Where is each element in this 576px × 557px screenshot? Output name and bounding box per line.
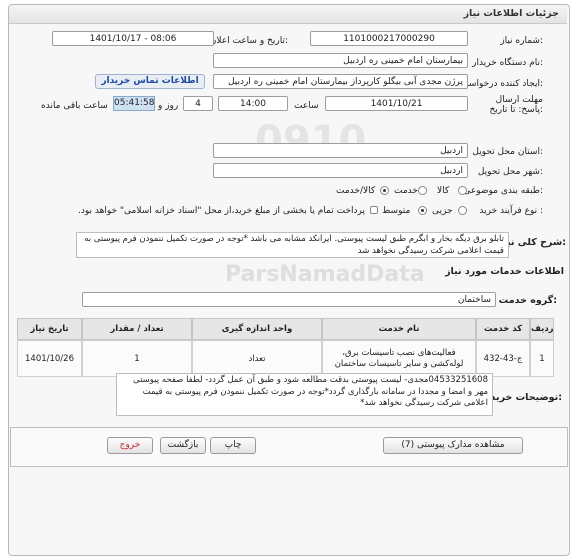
page-header: جزئیات اطلاعات نیاز bbox=[9, 5, 567, 24]
creator-label: ایجاد کننده درخواست: bbox=[460, 79, 543, 89]
buyer-contact-button[interactable]: اطلاعات تماس خریدار bbox=[95, 74, 205, 89]
category-label: طبقه بندی موضوعی: bbox=[463, 186, 543, 196]
announce-field: 1401/10/17 - 08:06 bbox=[52, 31, 214, 46]
category-radio-goods-service[interactable] bbox=[380, 186, 389, 195]
services-section-title: اطلاعات خدمات مورد نیاز bbox=[445, 266, 564, 277]
cell-date: 1401/10/26 bbox=[17, 340, 82, 377]
buyer-notes-text: 04533251608مجدی- لیست پیوستی بدقت مطالعه… bbox=[116, 373, 493, 416]
col-qty: تعداد / مقدار bbox=[82, 318, 192, 340]
category-option-goods: کالا bbox=[437, 186, 450, 196]
page-title: جزئیات اطلاعات نیاز bbox=[463, 8, 559, 19]
category-radio-service[interactable] bbox=[418, 186, 427, 195]
purchase-type-label: نوع فرآیند خرید : bbox=[479, 206, 543, 216]
need-number-label: شماره نیاز: bbox=[500, 36, 543, 46]
back-button[interactable]: بازگشت bbox=[160, 437, 206, 454]
buyer-field: بیمارستان امام خمینی ره اردبیل bbox=[213, 53, 468, 68]
print-button[interactable]: چاپ bbox=[210, 437, 256, 454]
category-radio-goods[interactable] bbox=[458, 186, 467, 195]
remaining-time: 05:41:58 bbox=[113, 96, 155, 111]
col-row: ردیف bbox=[530, 318, 554, 340]
remaining-label: ساعت باقی مانده bbox=[41, 101, 108, 111]
payment-checkbox[interactable] bbox=[370, 206, 378, 214]
category-option-service: خدمت bbox=[394, 186, 418, 196]
cell-code: ج-43-432 bbox=[476, 340, 530, 377]
city-field: اردبیل bbox=[213, 163, 468, 178]
purchase-option-medium: متوسط bbox=[382, 206, 411, 216]
need-number-field: 1101000217000290 bbox=[310, 31, 468, 46]
cell-qty: 1 bbox=[82, 340, 192, 377]
purchase-radio-medium[interactable] bbox=[418, 206, 427, 215]
buyer-notes-label: توضیحات خریدار: bbox=[481, 392, 562, 403]
col-date: تاریخ نیاز bbox=[17, 318, 82, 340]
city-label: شهر محل تحویل: bbox=[477, 167, 543, 177]
purchase-option-minor: جزیی bbox=[432, 206, 453, 216]
cell-row: 1 bbox=[530, 340, 554, 377]
watermark-site: ParsNamadData bbox=[225, 262, 425, 287]
col-name: نام خدمت bbox=[322, 318, 476, 340]
service-group-label: گروه خدمت: bbox=[498, 295, 557, 306]
cell-unit: تعداد bbox=[192, 340, 322, 377]
days-field: 4 bbox=[183, 96, 213, 111]
buyer-label: نام دستگاه خریدار: bbox=[472, 58, 543, 68]
deadline-date-field: 1401/10/21 bbox=[325, 96, 468, 111]
creator-field: پرژن مجدی آبی بیگلو کارپرداز بیمارستان ا… bbox=[213, 74, 468, 89]
payment-note: پرداخت تمام یا بخشی از مبلغ خرید،از محل … bbox=[77, 206, 365, 216]
deadline-time-field: 14:00 bbox=[218, 96, 288, 111]
category-option-goods-service: کالا/خدمت bbox=[336, 186, 376, 196]
col-code: کد خدمت bbox=[476, 318, 530, 340]
exit-button[interactable]: خروج bbox=[107, 437, 153, 454]
view-documents-button[interactable]: مشاهده مدارک پیوستی (7) bbox=[383, 437, 523, 454]
time-label: ساعت bbox=[294, 101, 319, 111]
cell-name: فعالیت‌های نصب تاسیسات برق، لوله‌کشی و س… bbox=[322, 340, 476, 377]
province-field: اردبیل bbox=[213, 143, 468, 158]
province-label: استان محل تحویل: bbox=[472, 147, 543, 157]
purchase-radio-minor[interactable] bbox=[458, 206, 467, 215]
deadline-label: مهلت ارسال پاسخ: تا تاریخ: bbox=[489, 95, 543, 115]
service-group-field: ساختمان bbox=[82, 292, 496, 307]
description-text: تابلو برق دیگه بخار و ابگرم طبق لیست پیو… bbox=[76, 232, 509, 258]
days-label: روز و bbox=[158, 101, 179, 111]
col-unit: واحد اندازه گیری bbox=[192, 318, 322, 340]
